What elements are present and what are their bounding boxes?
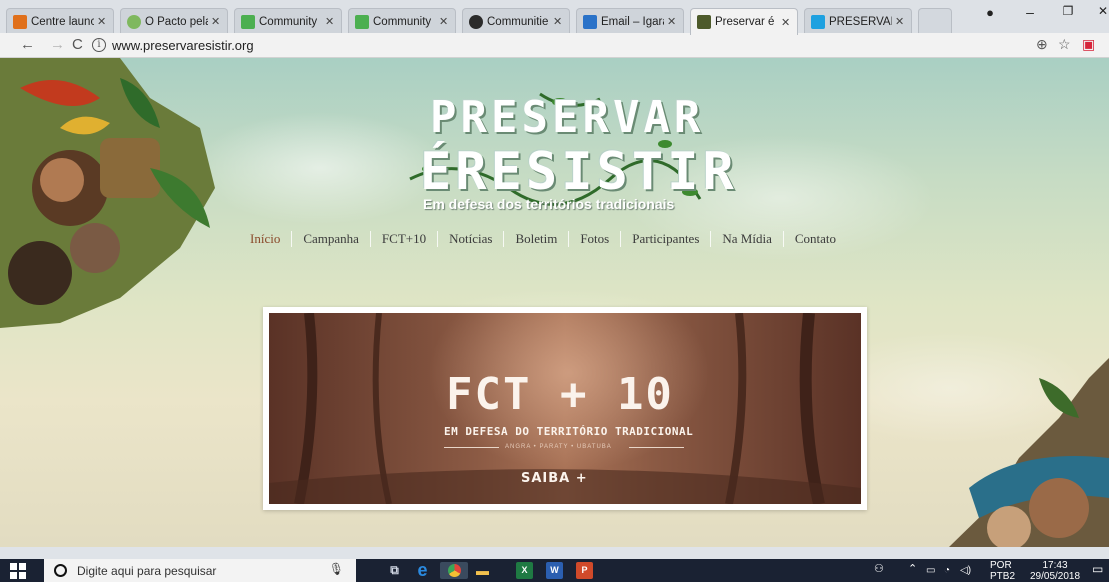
volume-icon[interactable]: ◁) (960, 565, 971, 582)
favicon-icon (127, 14, 141, 29)
tab-title: PRESERVAR (829, 15, 892, 28)
new-tab-button[interactable] (918, 8, 952, 34)
tab-title: Preservar é R (715, 16, 778, 28)
close-icon[interactable]: ✕ (667, 15, 677, 28)
favicon-icon (583, 14, 597, 29)
tab-centre-launch[interactable]: Centre launc ✕ (6, 8, 114, 34)
saiba-mais-button[interactable]: SAIBA + (521, 471, 588, 486)
battery-icon[interactable]: ▭ (926, 565, 935, 582)
search-placeholder: Digite aqui para pesquisar (77, 563, 217, 578)
clock-time: 17:43 (1042, 560, 1068, 571)
tab-community-1[interactable]: Community ✕ (234, 8, 342, 34)
windows-taskbar: Digite aqui para pesquisar 🎙 ⧉ e ▬ X W P… (0, 559, 1109, 582)
lang-code: POR (990, 560, 1012, 571)
tray-chevron-icon[interactable]: ⌃ (908, 564, 917, 582)
favicon-icon (469, 14, 483, 29)
excel-icon[interactable]: X (516, 562, 533, 579)
banner-places: ANGRA • PARATY • UBATUBA (505, 444, 612, 450)
tab-preservar-active[interactable]: Preservar é R ✕ (690, 8, 798, 35)
powerpoint-icon[interactable]: P (576, 562, 593, 579)
tab-email[interactable]: Email – Igara ✕ (576, 8, 684, 34)
nav-boletim[interactable]: Boletim (504, 231, 570, 247)
logo-text-preservar: PRESERVAR (430, 92, 705, 143)
language-indicator[interactable]: POR PTB2 (990, 560, 1015, 582)
browser-tab-strip: Centre launc ✕ O Pacto pela ✕ Community … (0, 0, 1109, 35)
clock-date: 29/05/2018 (1030, 571, 1081, 582)
tab-title: Community (259, 15, 318, 28)
back-icon[interactable]: ← (20, 36, 35, 53)
edge-icon[interactable]: e (414, 561, 431, 579)
windows-start-icon[interactable] (10, 563, 26, 579)
favicon-icon (241, 14, 255, 29)
word-icon[interactable]: W (546, 562, 563, 579)
web-page: PRESERVAR ÉRESISTIR Em defesa dos territ… (0, 58, 1109, 547)
forward-icon[interactable]: → (50, 36, 65, 53)
minimize-icon[interactable]: – (1020, 4, 1040, 20)
divider (444, 447, 499, 448)
favicon-icon (355, 14, 369, 29)
profile-icon[interactable]: ● (980, 5, 1000, 20)
tab-preservar-2[interactable]: PRESERVAR ✕ (804, 8, 912, 34)
tab-title: O Pacto pela (145, 15, 208, 28)
close-icon[interactable]: ✕ (325, 15, 335, 28)
wifi-icon[interactable]: ◔ (944, 565, 950, 582)
clock[interactable]: 17:43 29/05/2018 (1030, 560, 1080, 582)
favicon-icon (13, 14, 27, 29)
nav-contato[interactable]: Contato (784, 231, 847, 247)
nav-na-midia[interactable]: Na Mídia (711, 231, 784, 247)
zoom-icon[interactable]: ⊕ (1036, 36, 1048, 53)
reload-icon[interactable]: C (72, 36, 83, 53)
divider (629, 447, 684, 448)
fct10-banner[interactable]: FCT + 10 EM DEFESA DO TERRITÓRIO TRADICI… (263, 307, 867, 510)
taskbar-search-input[interactable]: Digite aqui para pesquisar 🎙 (44, 559, 356, 582)
notification-icon[interactable]: ▭ (1092, 563, 1103, 582)
tab-title: Centre launc (31, 15, 94, 28)
tab-title: Communitie (487, 15, 549, 28)
close-window-icon[interactable]: ✕ (1093, 4, 1109, 18)
banner-subtitle: EM DEFESA DO TERRITÓRIO TRADICIONAL (444, 425, 694, 438)
restore-icon[interactable]: ❐ (1058, 4, 1078, 18)
site-logo[interactable]: PRESERVAR ÉRESISTIR (400, 84, 734, 214)
file-explorer-icon[interactable]: ▬ (474, 562, 491, 579)
favicon-icon (697, 15, 711, 29)
address-bar[interactable]: i www.preservaresistir.org (92, 35, 1072, 55)
nav-participantes[interactable]: Participantes (621, 231, 712, 247)
banner-title: FCT + 10 (446, 369, 674, 420)
close-icon[interactable]: ✕ (439, 15, 449, 28)
keyboard-layout: PTB2 (990, 571, 1016, 582)
chrome-icon[interactable] (440, 562, 468, 579)
bookmark-star-icon[interactable]: ☆ (1058, 36, 1071, 53)
nav-fct10[interactable]: FCT+10 (371, 231, 439, 247)
close-icon[interactable]: ✕ (211, 15, 221, 28)
nav-inicio[interactable]: Início (250, 231, 293, 247)
microphone-icon[interactable]: 🎙 (329, 562, 344, 576)
close-icon[interactable]: ✕ (97, 15, 107, 28)
extension-icon[interactable]: ▣ (1082, 36, 1095, 53)
collage-left-image (0, 58, 215, 328)
info-icon[interactable]: i (92, 38, 106, 52)
close-icon[interactable]: ✕ (895, 15, 905, 28)
people-icon[interactable]: ⚇ (874, 564, 884, 582)
tab-o-pacto[interactable]: O Pacto pela ✕ (120, 8, 228, 34)
banner-image: FCT + 10 EM DEFESA DO TERRITÓRIO TRADICI… (269, 313, 861, 504)
tab-community-2[interactable]: Community ✕ (348, 8, 456, 34)
tab-title: Email – Igara (601, 15, 664, 28)
collage-right-image (949, 358, 1109, 547)
task-view-icon[interactable]: ⧉ (386, 562, 403, 579)
close-icon[interactable]: ✕ (781, 16, 791, 29)
url-text: www.preservaresistir.org (112, 37, 254, 53)
favicon-icon (811, 14, 825, 29)
tab-communities[interactable]: Communitie ✕ (462, 8, 570, 34)
main-navigation: Início Campanha FCT+10 Notícias Boletim … (250, 231, 847, 247)
close-icon[interactable]: ✕ (553, 15, 563, 28)
nav-fotos[interactable]: Fotos (569, 231, 622, 247)
browser-toolbar: ← → C i www.preservaresistir.org ⊕ ☆ ▣ (0, 33, 1109, 58)
site-tagline: Em defesa dos territórios tradicionais (423, 196, 675, 212)
tab-title: Community (373, 15, 432, 28)
nav-noticias[interactable]: Notícias (438, 231, 505, 247)
nav-campanha[interactable]: Campanha (292, 231, 371, 247)
cortana-icon (54, 564, 67, 577)
logo-text-eresistir: ÉRESISTIR (420, 142, 738, 202)
